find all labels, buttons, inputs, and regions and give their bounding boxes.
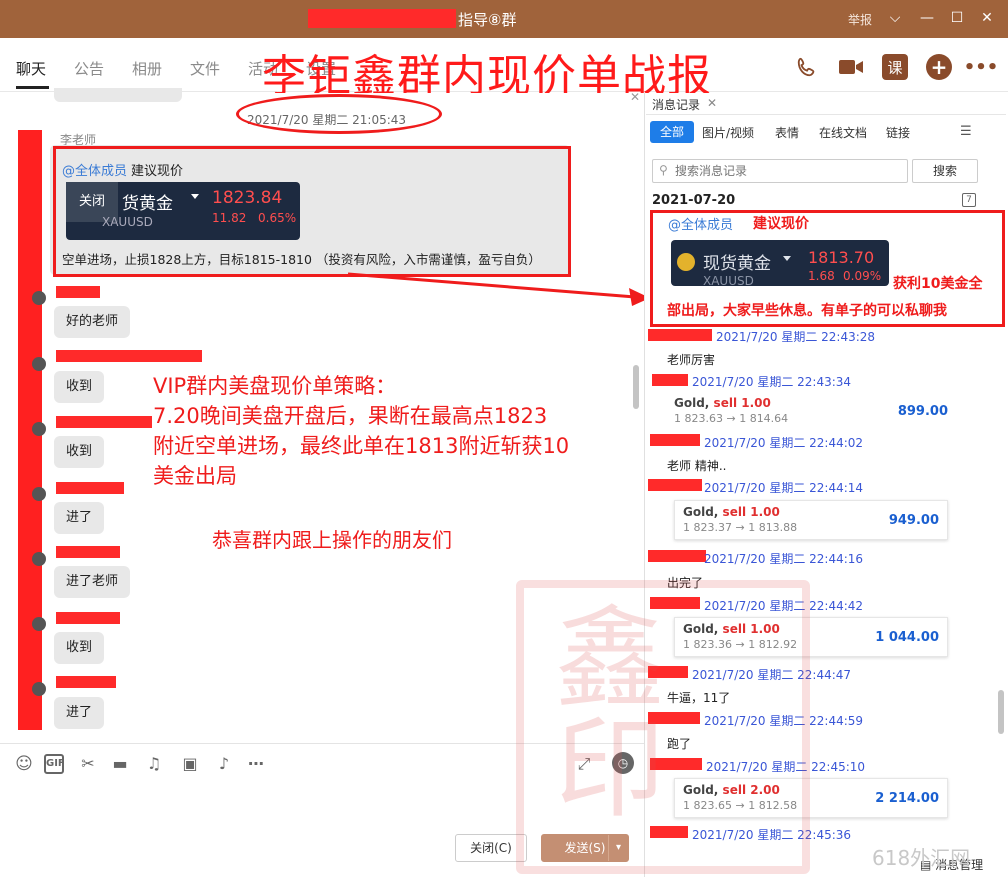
close-small-icon[interactable]: ✕ [630,90,640,104]
history-timestamp: 2021/7/20 星期二 22:44:02 [704,436,864,450]
reply-bubble: 好的老师 [54,306,131,338]
trade-amount: 1 044.00 [875,630,939,645]
avatar [32,291,46,305]
redacted-username [56,416,152,428]
filter-docs[interactable]: 在线文档 [819,124,867,141]
video-call-icon[interactable] [838,54,864,80]
redacted-username [56,350,202,362]
search-button[interactable]: 搜索 [912,159,978,183]
music-icon[interactable]: ♫ [144,754,164,774]
history-date: 2021-07-20 [652,193,736,208]
close-window-icon[interactable]: ✕ [976,6,998,30]
search-icon: ⚲ [659,163,668,177]
redacted-username [56,482,124,494]
report-link[interactable]: 举报 [848,11,872,28]
more-options-icon[interactable]: ••• [964,54,999,80]
redacted-username [648,329,712,341]
folder-icon[interactable]: ▬ [110,754,130,774]
avatar [32,617,46,631]
reply-bubble: 进了 [54,502,105,534]
avatar [32,487,46,501]
history-message: 老师厉害 [667,353,716,367]
avatar [32,357,46,371]
history-search-box[interactable]: ⚲ [652,159,908,183]
maximize-icon[interactable]: ☐ [946,6,968,30]
redacted-username [56,286,100,298]
gif-icon[interactable]: GIF [44,754,65,774]
profit-highlight-box [650,210,1005,327]
redacted-username [56,546,120,558]
image-icon[interactable]: ▣ [180,754,200,774]
redacted-username [650,434,700,446]
reply-bubble: 收到 [54,371,105,403]
history-scrollbar[interactable] [998,690,1004,734]
tab-chat[interactable]: 聊天 [16,58,46,79]
filter-stickers[interactable]: 表情 [775,124,799,141]
bell-icon[interactable]: ♪ [214,754,234,774]
tab-announcement[interactable]: 公告 [74,58,104,79]
reply-bubble: 进了 [54,697,105,729]
trade-card[interactable]: Gold, sell 1.00 1 823.63 → 1 814.64 899.… [666,392,950,432]
redacted-username [648,550,706,562]
trade-card[interactable]: Gold, sell 1.00 1 823.37 → 1 813.88 949.… [674,500,948,540]
timestamp-highlight-ellipse [236,94,442,134]
history-timestamp: 2021/7/20 星期二 22:44:14 [704,481,864,495]
avatar [32,552,46,566]
arrow-annotation [347,272,650,306]
congrats-annotation: 恭喜群内跟上操作的朋友们 [212,528,452,552]
trade-amount: 2 214.00 [875,791,939,806]
chat-scrollbar[interactable] [633,365,639,409]
filter-links[interactable]: 链接 [886,124,910,141]
search-input[interactable] [675,162,903,180]
calendar-icon[interactable]: 7 [962,193,976,207]
avatar [32,682,46,696]
chat-window: 指导⑧群 举报 ⌵ — ☐ ✕ 聊天 公告 相册 文件 活动 设置 李钜鑫群内现… [0,0,1008,877]
redacted-username [56,612,120,624]
lesson-icon[interactable]: 课 [882,54,908,80]
phone-icon[interactable] [794,54,820,80]
redacted-username [648,479,702,491]
reply-bubble: 进了老师 [54,566,131,598]
filter-media[interactable]: 图片/视频 [702,124,754,141]
divider [646,114,1006,115]
redacted-username [652,374,688,386]
history-message: 老师 精神.. [667,459,727,473]
more-icon[interactable]: ⋯ [246,754,266,774]
active-tab-indicator [16,86,49,89]
redacted-username [56,676,116,688]
trade-route: 1 823.63 → 1 814.64 [674,412,789,425]
tab-files[interactable]: 文件 [190,58,220,79]
trade-title: Gold, sell 1.00 [683,505,780,519]
history-timestamp: 2021/7/20 星期二 22:44:16 [704,552,864,566]
scissors-icon[interactable]: ✂ [78,754,98,774]
window-title: 指导⑧群 [458,11,517,29]
trade-title: Gold, sell 1.00 [674,396,771,410]
strategy-annotation: VIP群内美盘现价单策略： 7.20晚间美盘开盘后，果断在最高点1823 附近空… [153,374,570,488]
redacted-group-name [308,9,456,28]
reply-bubble: 收到 [54,632,105,664]
avatar [32,422,46,436]
history-panel-title: 消息记录 [652,98,701,112]
trade-amount: 949.00 [888,513,939,528]
tab-album[interactable]: 相册 [132,58,162,79]
history-timestamp: 2021/7/20 星期二 22:43:34 [692,375,852,389]
title-bar: 指导⑧群 举报 ⌵ — ☐ ✕ [0,0,1008,38]
trade-route: 1 823.37 → 1 813.88 [683,521,798,534]
site-watermark: 618外汇网 [872,846,971,870]
minimize-icon[interactable]: — [916,6,938,30]
close-panel-icon[interactable]: ✕ [707,96,717,110]
trade-amount: 899.00 [897,404,948,419]
signal-highlight-box [53,146,571,277]
history-timestamp: 2021/7/20 星期二 22:43:28 [716,330,876,344]
filter-icon[interactable]: ☰ [960,124,972,139]
filter-all[interactable]: 全部 [650,121,694,143]
add-icon[interactable]: + [926,54,952,80]
seal-watermark-text: 鑫印 [536,600,664,820]
previous-message-bubble [54,88,182,102]
reply-bubble: 收到 [54,436,105,468]
emoji-icon[interactable]: ☺ [14,754,34,774]
dropdown-icon[interactable]: ⌵ [884,6,906,30]
